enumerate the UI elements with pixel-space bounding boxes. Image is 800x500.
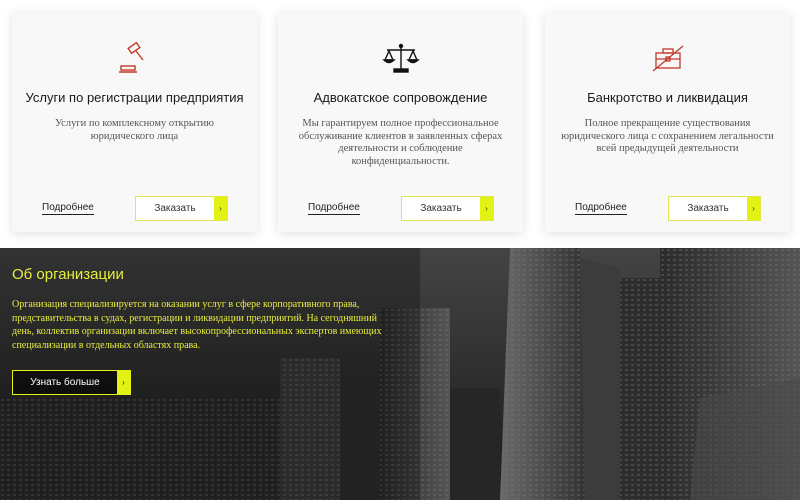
chevron-right-icon: ›	[747, 197, 760, 220]
card-description: Мы гарантируем полное профессиональное о…	[298, 118, 503, 167]
gavel-icon	[118, 42, 144, 73]
chevron-right-icon: ›	[117, 371, 130, 394]
service-card-bankruptcy: Банкротство и ликвидация Полное прекраще…	[545, 12, 790, 232]
more-link[interactable]: Подробнее	[308, 202, 360, 215]
about-section: Об организации Организация специализируе…	[0, 248, 800, 500]
card-description: Услуги по комплексному открытию юридичес…	[55, 118, 214, 142]
order-button-label: Заказать	[154, 203, 196, 214]
order-button[interactable]: Заказать ›	[135, 196, 228, 221]
card-title: Банкротство и ликвидация	[587, 90, 748, 105]
about-title: Об организации	[12, 266, 124, 283]
service-card-advocacy: Адвокатское сопровождение Мы гарантируем…	[278, 12, 523, 232]
crossed-briefcase-icon	[652, 45, 683, 72]
card-title: Адвокатское сопровождение	[313, 90, 488, 105]
service-card-registration: Услуги по регистрации предприятия Услуги…	[12, 12, 257, 232]
order-button[interactable]: Заказать ›	[668, 196, 761, 221]
order-button-label: Заказать	[687, 203, 729, 214]
more-link[interactable]: Подробнее	[575, 202, 627, 215]
learn-more-label: Узнать больше	[30, 377, 100, 388]
card-title: Услуги по регистрации предприятия	[25, 90, 244, 105]
order-button-label: Заказать	[420, 203, 462, 214]
order-button[interactable]: Заказать ›	[401, 196, 494, 221]
more-link[interactable]: Подробнее	[42, 202, 94, 215]
about-text: Организация специализируется на оказании…	[12, 299, 382, 351]
chevron-right-icon: ›	[214, 197, 227, 220]
card-description: Полное прекращение существования юридиче…	[561, 118, 774, 154]
learn-more-button[interactable]: Узнать больше ›	[12, 370, 131, 395]
chevron-right-icon: ›	[480, 197, 493, 220]
scales-icon	[381, 43, 420, 73]
services-section: Услуги по регистрации предприятия Услуги…	[0, 0, 800, 248]
